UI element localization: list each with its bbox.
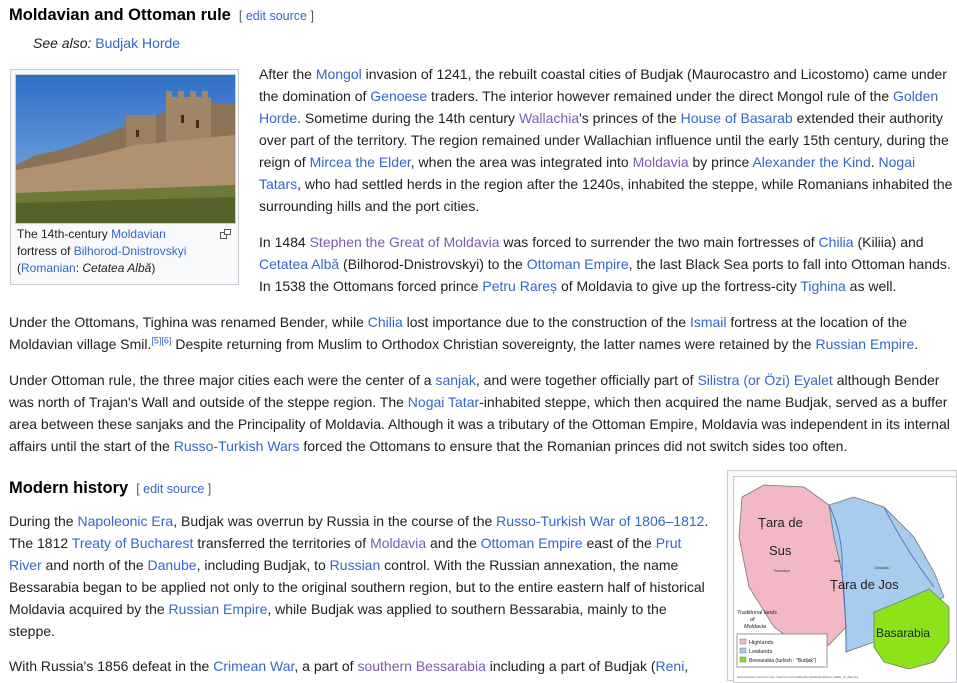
- paragraph: During the Napoleonic Era, Budjak was ov…: [9, 513, 709, 639]
- link-chilia[interactable]: Chilia: [819, 234, 854, 250]
- reference-5[interactable]: [5]: [151, 335, 161, 345]
- link-wallachia[interactable]: Wallachia: [519, 110, 579, 126]
- town-iasi: Iași: [834, 558, 840, 563]
- section-heading-moldavian-ottoman: Moldavian and Ottoman rule [ edit source …: [9, 6, 314, 25]
- see-also-link[interactable]: Budjak Horde: [95, 35, 180, 51]
- reference-6[interactable]: [6]: [161, 335, 171, 345]
- link-danube[interactable]: Danube: [148, 557, 197, 573]
- link-ottoman-empire[interactable]: Ottoman Empire: [481, 535, 583, 551]
- link-russian-empire[interactable]: Russian Empire: [169, 601, 268, 617]
- legend-highlands: Highlands: [749, 640, 774, 646]
- link-crimean-war[interactable]: Crimean War: [213, 658, 294, 674]
- caption-link-bilhorod[interactable]: Bilhorod-Dnistrovskyi: [74, 244, 187, 258]
- enlarge-icon[interactable]: [220, 226, 231, 239]
- link-ottoman-empire[interactable]: Ottoman Empire: [527, 256, 629, 272]
- link-tighina[interactable]: Tighina: [800, 278, 845, 294]
- legend-title-line3: Moldavia: [744, 624, 766, 630]
- link-cetatea-alba[interactable]: Cetatea Albă: [259, 256, 339, 272]
- region-label-tara-de-sus-line2: Sus: [769, 543, 792, 558]
- legend-title-line2: of: [750, 617, 755, 623]
- legend-title-line1: Traditional lands: [737, 610, 777, 616]
- link-mongol[interactable]: Mongol: [316, 66, 362, 82]
- link-moldavia[interactable]: Moldavia: [370, 535, 426, 551]
- link-silistra-eyalet[interactable]: Silistra (or Özi) Eyalet: [697, 372, 832, 388]
- moldavia-map[interactable]: Țara de Sus Țara de Jos Basarabia Suceav…: [733, 476, 957, 683]
- map-credit: Sava Demetrius Cantemir's map - https://…: [737, 675, 859, 679]
- edit-section: [ edit source ]: [238, 9, 314, 23]
- link-stephen-the-great[interactable]: Stephen the Great of Moldavia: [310, 234, 500, 250]
- link-house-of-basarab[interactable]: House of Basarab: [681, 110, 793, 126]
- link-russian[interactable]: Russian: [330, 557, 381, 573]
- link-ismail[interactable]: Ismail: [690, 314, 727, 330]
- link-genoese[interactable]: Genoese: [370, 88, 427, 104]
- edit-source-link[interactable]: edit source: [143, 482, 204, 496]
- link-russo-turkish-wars[interactable]: Russo-Turkish Wars: [174, 438, 300, 454]
- edit-section: [ edit source ]: [136, 482, 212, 496]
- link-nogai-tatar[interactable]: Nogai Tatar: [408, 394, 479, 410]
- link-alexander[interactable]: Alexander the Kind: [752, 154, 870, 170]
- legend-bessarabia: Bessarabia (turkish : "Budjak"): [749, 658, 817, 664]
- link-russian-empire[interactable]: Russian Empire: [815, 336, 914, 352]
- link-reni[interactable]: Reni: [656, 658, 685, 674]
- section-title: Modern history: [9, 479, 129, 497]
- link-moldavia[interactable]: Moldavia: [633, 154, 689, 170]
- moldavia-map-figure: Țara de Sus Țara de Jos Basarabia Suceav…: [727, 470, 957, 683]
- edit-source-link[interactable]: edit source: [246, 9, 307, 23]
- region-label-tara-de-sus-line1: Țara de: [758, 515, 803, 530]
- section-heading-modern-history: Modern history [ edit source ]: [9, 479, 211, 498]
- link-sanjak[interactable]: sanjak: [435, 372, 475, 388]
- section-title: Moldavian and Ottoman rule: [9, 6, 231, 24]
- paragraph: Under the Ottomans, Tighina was renamed …: [9, 314, 919, 352]
- link-russo-turkish-war-1806[interactable]: Russo-Turkish War of 1806–1812: [496, 513, 704, 529]
- link-petru-rares[interactable]: Petru Rareș: [482, 278, 557, 294]
- region-label-tara-de-jos: Țara de Jos: [830, 577, 899, 592]
- paragraph: In 1484 Stephen the Great of Moldavia wa…: [259, 234, 951, 294]
- town-suceava: Suceava: [774, 568, 790, 573]
- region-label-basarabia: Basarabia: [876, 626, 930, 640]
- see-also-hatnote: See also: Budjak Horde: [33, 35, 181, 51]
- paragraph: With Russia's 1856 defeat in the Crimean…: [9, 658, 689, 674]
- legend-lowlands: Lowlands: [749, 649, 772, 655]
- link-southern-bessarabia[interactable]: southern Bessarabia: [357, 658, 485, 674]
- link-mircea[interactable]: Mircea the Elder: [310, 154, 411, 170]
- fortress-image[interactable]: [15, 74, 236, 224]
- caption-link-moldavian[interactable]: Moldavian: [111, 227, 166, 241]
- link-chilia[interactable]: Chilia: [368, 314, 403, 330]
- link-napoleonic-era[interactable]: Napoleonic Era: [77, 513, 173, 529]
- paragraph: After the Mongol invasion of 1241, the r…: [259, 66, 953, 214]
- caption-link-romanian[interactable]: Romanian: [21, 261, 76, 275]
- fortress-caption: The 14th-century Moldavian fortress of B…: [17, 227, 187, 275]
- link-treaty-of-bucharest[interactable]: Treaty of Bucharest: [72, 535, 194, 551]
- town-chisinau: Chișinău: [874, 565, 890, 570]
- fortress-figure: The 14th-century Moldavian fortress of B…: [10, 69, 239, 285]
- paragraph: Under Ottoman rule, the three major citi…: [9, 372, 950, 454]
